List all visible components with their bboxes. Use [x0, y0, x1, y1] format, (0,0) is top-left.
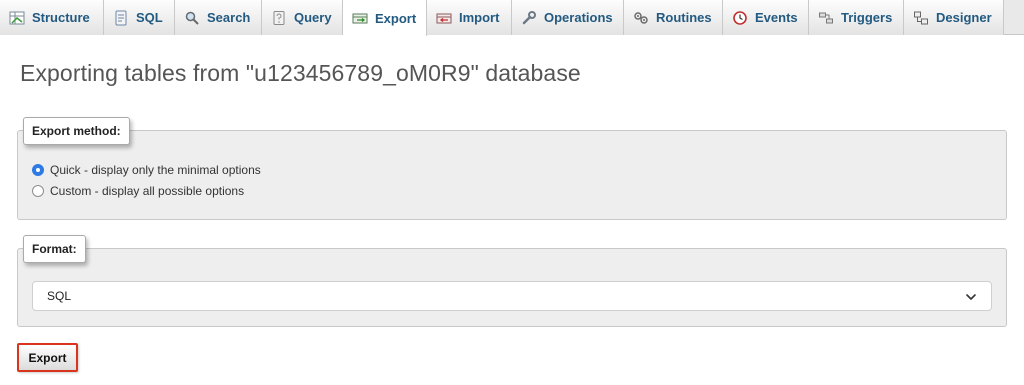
quick-export-radio[interactable]	[32, 164, 44, 176]
tab-label: Routines	[656, 10, 712, 25]
triggers-icon	[818, 10, 834, 26]
structure-icon	[9, 10, 25, 26]
tab-export[interactable]: Export	[343, 0, 427, 36]
tab-label: Triggers	[841, 10, 893, 25]
export-icon	[352, 10, 368, 26]
tab-routines[interactable]: Routines	[624, 0, 723, 35]
custom-export-radio[interactable]	[32, 185, 44, 197]
tab-label: Search	[207, 10, 251, 25]
format-select[interactable]: SQL	[32, 281, 992, 311]
tab-label: SQL	[136, 10, 163, 25]
tab-sql[interactable]: SQL	[104, 0, 175, 35]
tab-label: Designer	[936, 10, 992, 25]
tab-bar: Structure SQL Search Query Export Import	[0, 0, 1024, 36]
tab-search[interactable]: Search	[175, 0, 262, 35]
tab-designer[interactable]: Designer	[904, 0, 1004, 35]
tab-label: Structure	[32, 10, 90, 25]
tab-events[interactable]: Events	[723, 0, 809, 35]
tab-import[interactable]: Import	[427, 0, 512, 35]
tab-label: Events	[755, 10, 798, 25]
format-select-value: SQL	[47, 289, 72, 303]
custom-export-label: Custom - display all possible options	[50, 184, 245, 198]
wrench-icon	[521, 10, 537, 26]
search-icon	[184, 10, 200, 26]
tab-label: Import	[459, 10, 500, 25]
sql-icon	[113, 10, 129, 26]
tab-structure[interactable]: Structure	[0, 0, 104, 35]
tab-operations[interactable]: Operations	[512, 0, 624, 35]
tab-triggers[interactable]: Triggers	[809, 0, 904, 35]
custom-export-option[interactable]: Custom - display all possible options	[32, 184, 244, 198]
quick-export-option[interactable]: Quick - display only the minimal options	[32, 163, 261, 177]
page-title: Exporting tables from "u123456789_oM0R9"…	[20, 60, 581, 86]
routines-icon	[633, 10, 649, 26]
query-icon	[271, 10, 287, 26]
clock-icon	[732, 10, 748, 26]
export-button[interactable]: Export	[17, 343, 78, 372]
chevron-down-icon	[966, 294, 976, 300]
export-method-legend: Export method:	[23, 117, 130, 145]
designer-icon	[913, 10, 929, 26]
tab-query[interactable]: Query	[262, 0, 343, 35]
tab-label: Export	[375, 10, 417, 26]
tab-label: Query	[294, 10, 332, 25]
import-icon	[436, 10, 452, 26]
tab-label: Operations	[544, 10, 613, 25]
format-legend: Format:	[23, 235, 86, 263]
quick-export-label: Quick - display only the minimal options	[50, 163, 261, 177]
